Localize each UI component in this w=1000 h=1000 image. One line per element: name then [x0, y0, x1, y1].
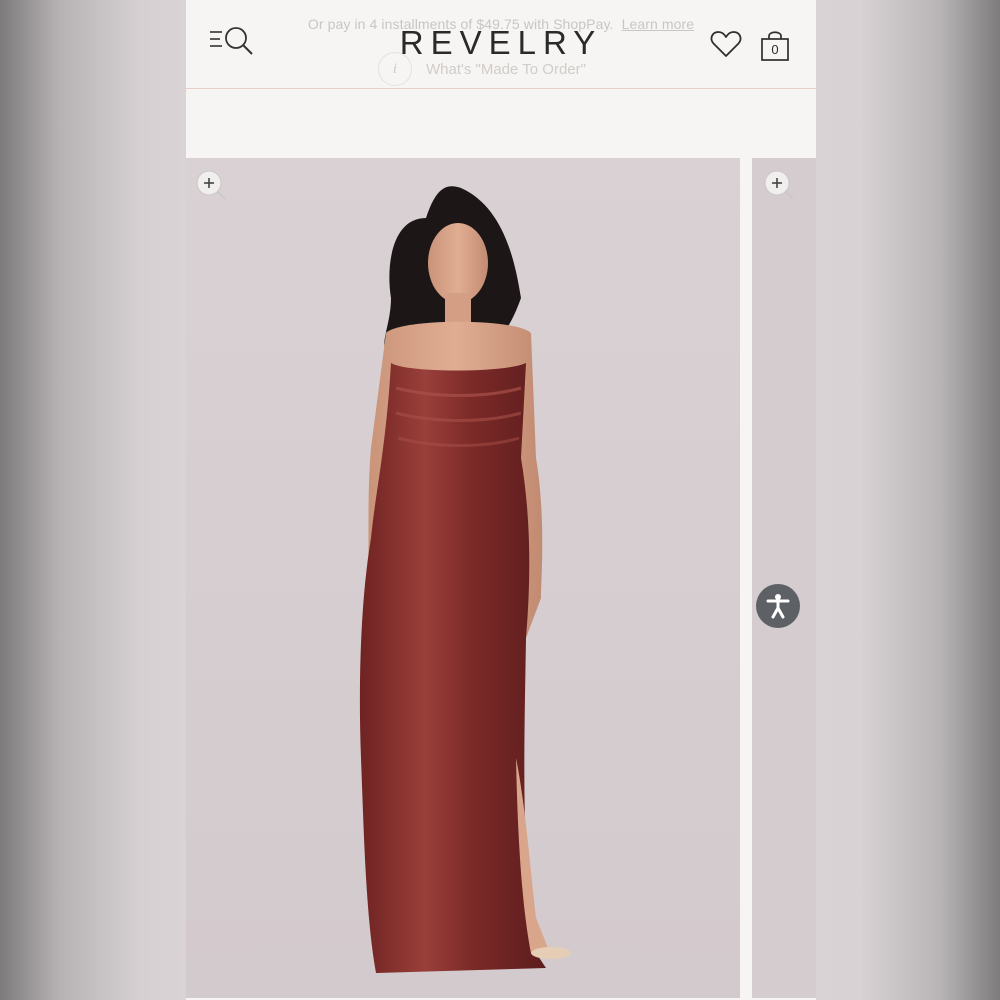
mobile-page: Or pay in 4 installments of $49.75 with … [186, 0, 816, 1000]
accessibility-button[interactable] [756, 584, 800, 628]
made-to-order-label: What's "Made To Order" [426, 60, 586, 78]
product-gallery[interactable] [186, 158, 816, 1000]
info-icon-glyph: i [392, 60, 398, 77]
product-photo [186, 158, 740, 998]
bag-count: 0 [771, 42, 779, 57]
zoom-icon[interactable] [194, 168, 228, 202]
shopping-bag-button[interactable]: 0 [758, 28, 792, 62]
product-image-main[interactable] [186, 158, 740, 998]
menu-search-icon[interactable] [208, 24, 258, 58]
zoom-icon[interactable] [762, 168, 796, 202]
accessibility-person-icon [766, 594, 790, 619]
site-header: Or pay in 4 installments of $49.75 with … [186, 0, 816, 89]
product-image-next[interactable] [752, 158, 816, 998]
heart-icon[interactable] [710, 29, 742, 59]
